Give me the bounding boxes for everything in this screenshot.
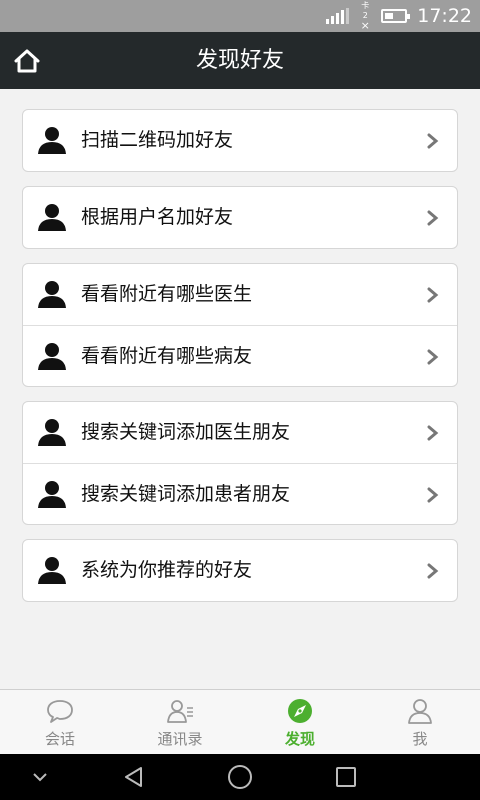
- recents-button[interactable]: [326, 754, 366, 800]
- list-item-nearby-doctors[interactable]: 看看附近有哪些医生: [23, 264, 457, 325]
- list-item-search-doctors[interactable]: 搜索关键词添加医生朋友: [23, 402, 457, 463]
- sim-status-icon: 卡2 ×: [360, 1, 370, 32]
- list-item-label: 根据用户名加好友: [81, 206, 234, 228]
- back-triangle-icon: [125, 767, 142, 787]
- person-icon: [38, 204, 66, 231]
- chevron-right-icon: [427, 425, 439, 441]
- tab-chats[interactable]: 会话: [0, 690, 120, 754]
- status-time: 17:22: [417, 5, 472, 27]
- option-group: 看看附近有哪些医生 看看附近有哪些病友: [22, 263, 458, 387]
- list-item-label: 看看附近有哪些病友: [81, 345, 253, 367]
- chevron-right-icon: [427, 563, 439, 579]
- chevron-right-icon: [427, 287, 439, 303]
- sim-label: 卡2: [361, 1, 370, 20]
- person-icon: [38, 343, 66, 370]
- chevron-right-icon: [427, 210, 439, 226]
- contacts-icon: [167, 700, 193, 723]
- status-bar: 卡2 × 17:22: [0, 0, 480, 32]
- option-group: 搜索关键词添加医生朋友 搜索关键词添加患者朋友: [22, 401, 458, 525]
- bottom-tab-bar: 会话 通讯录 发现 我: [0, 689, 480, 754]
- option-group: 系统为你推荐的好友: [22, 539, 458, 602]
- battery-icon: [381, 9, 411, 23]
- page-title: 发现好友: [195, 48, 284, 73]
- system-nav-bar: [0, 754, 480, 800]
- chevron-down-icon: [33, 773, 47, 782]
- tab-label: 发现: [284, 730, 315, 748]
- person-icon: [38, 419, 66, 446]
- tab-contacts[interactable]: 通讯录: [120, 690, 240, 754]
- back-button[interactable]: [114, 754, 154, 800]
- profile-icon: [408, 699, 432, 724]
- person-icon: [38, 281, 66, 308]
- option-group: 根据用户名加好友: [22, 186, 458, 249]
- signal-icon: [326, 8, 350, 24]
- list-item-recommended[interactable]: 系统为你推荐的好友: [23, 540, 457, 601]
- person-icon: [38, 127, 66, 154]
- status-icons: 卡2 × 17:22: [326, 0, 472, 32]
- recents-square-icon: [336, 767, 356, 787]
- compass-icon: [288, 699, 312, 723]
- tab-label: 会话: [44, 730, 75, 748]
- list-item-label: 看看附近有哪些医生: [81, 283, 253, 305]
- list-item-label: 搜索关键词添加患者朋友: [81, 483, 291, 505]
- chevron-right-icon: [427, 133, 439, 149]
- tab-discover[interactable]: 发现: [240, 690, 360, 754]
- chevron-right-icon: [427, 487, 439, 503]
- person-icon: [38, 481, 66, 508]
- hide-keyboard-button[interactable]: [22, 754, 58, 800]
- tab-label: 我: [412, 730, 428, 748]
- list-item-add-by-username[interactable]: 根据用户名加好友: [23, 187, 457, 248]
- list-item-label: 扫描二维码加好友: [81, 129, 234, 151]
- home-nav-button[interactable]: [220, 754, 260, 800]
- chat-bubble-icon: [47, 700, 73, 723]
- list-item-nearby-patients[interactable]: 看看附近有哪些病友: [23, 325, 457, 386]
- person-icon: [38, 557, 66, 584]
- list-item-search-patients[interactable]: 搜索关键词添加患者朋友: [23, 463, 457, 524]
- option-group: 扫描二维码加好友: [22, 109, 458, 172]
- home-circle-icon: [228, 765, 252, 789]
- list-item-label: 搜索关键词添加医生朋友: [81, 421, 291, 443]
- tab-me[interactable]: 我: [360, 690, 480, 754]
- list-item-scan-qr[interactable]: 扫描二维码加好友: [23, 110, 457, 171]
- tab-label: 通讯录: [157, 730, 203, 748]
- find-friends-list: 扫描二维码加好友 根据用户名加好友 看看附近有哪些医生 看看附近有哪些病友 搜索…: [22, 109, 458, 616]
- list-item-label: 系统为你推荐的好友: [81, 559, 253, 581]
- title-bar: 发现好友: [0, 32, 480, 89]
- chevron-right-icon: [427, 349, 439, 365]
